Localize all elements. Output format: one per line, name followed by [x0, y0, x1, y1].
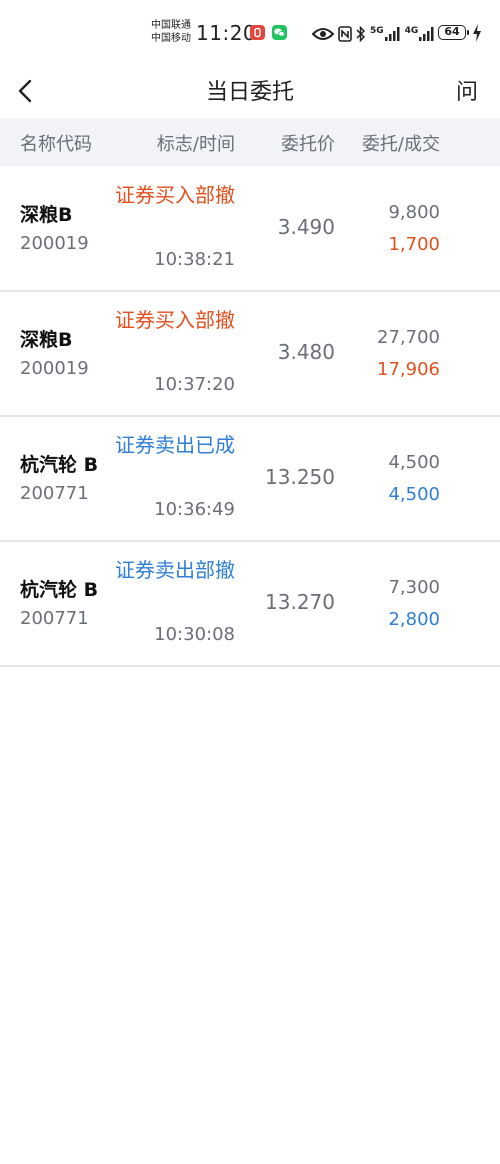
carrier-1: 中国联通	[151, 20, 191, 31]
table-row[interactable]: 杭汽轮 B 200771 证券卖出部撤 10:30:08 13.270 7,30…	[0, 542, 500, 667]
header-ordered-filled: 委托/成交	[361, 134, 440, 155]
nfc-icon	[338, 26, 352, 42]
battery-indicator: 64	[438, 25, 469, 40]
order-flag: 证券买入部撤	[115, 308, 235, 332]
wechat-icon	[272, 25, 287, 40]
stock-name: 深粮B	[20, 329, 73, 351]
filled-qty: 1,700	[388, 234, 440, 255]
ordered-qty: 4,500	[388, 452, 440, 473]
order-price: 13.270	[265, 590, 335, 614]
filled-qty: 17,906	[377, 359, 440, 380]
stock-name: 杭汽轮 B	[20, 454, 99, 476]
network-5g-label: 5G	[370, 26, 384, 36]
order-time: 10:37:20	[154, 374, 235, 395]
stock-name: 深粮B	[20, 204, 73, 226]
table-header: 名称代码 标志/时间 委托价 委托/成交	[0, 118, 500, 166]
ordered-qty: 7,300	[388, 577, 440, 598]
ordered-qty: 9,800	[388, 202, 440, 223]
filled-qty: 4,500	[388, 484, 440, 505]
eye-icon	[312, 28, 334, 40]
stock-code: 200019	[20, 233, 89, 254]
order-flag: 证券卖出部撤	[115, 558, 235, 582]
bluetooth-icon	[356, 26, 366, 42]
signal-4g-icon: 4G	[405, 27, 436, 41]
nav-bar: 当日委托 问	[0, 64, 500, 118]
table-row[interactable]: 杭汽轮 B 200771 证券卖出已成 10:36:49 13.250 4,50…	[0, 417, 500, 542]
order-time: 10:38:21	[154, 249, 235, 270]
order-price: 3.480	[277, 340, 335, 364]
header-flag-time: 标志/时间	[156, 134, 235, 155]
order-list: 深粮B 200019 证券买入部撤 10:38:21 3.490 9,800 1…	[0, 167, 500, 667]
help-button[interactable]: 问	[456, 74, 478, 106]
stock-code: 200019	[20, 358, 89, 379]
order-time: 10:36:49	[154, 499, 235, 520]
table-row[interactable]: 深粮B 200019 证券买入部撤 10:37:20 3.480 27,700 …	[0, 292, 500, 417]
page-title: 当日委托	[205, 80, 294, 105]
stock-code: 200771	[20, 608, 89, 629]
order-price: 3.490	[277, 215, 335, 239]
ordered-qty: 27,700	[377, 327, 440, 348]
stock-name: 杭汽轮 B	[20, 579, 99, 601]
filled-qty: 2,800	[388, 609, 440, 630]
stock-code: 200771	[20, 483, 89, 504]
order-price: 13.250	[265, 465, 335, 489]
order-flag: 证券买入部撤	[115, 183, 235, 207]
charging-icon	[473, 24, 481, 42]
signal-5g-icon: 5G	[370, 27, 401, 41]
notification-app-icon	[250, 25, 265, 40]
order-time: 10:30:08	[154, 624, 235, 645]
header-price: 委托价	[281, 134, 335, 155]
system-icons: 5G 4G	[312, 24, 435, 44]
order-flag: 证券卖出已成	[115, 433, 235, 457]
header-name-code: 名称代码	[20, 134, 92, 155]
table-row[interactable]: 深粮B 200019 证券买入部撤 10:38:21 3.490 9,800 1…	[0, 167, 500, 292]
carrier-labels: 中国联通 中国移动	[151, 19, 191, 45]
carrier-2: 中国移动	[151, 33, 191, 44]
status-bar: 中国联通 中国移动 11:20 5G 4G 64	[0, 0, 500, 64]
network-4g-label: 4G	[404, 26, 419, 36]
status-time: 11:20	[196, 21, 257, 45]
